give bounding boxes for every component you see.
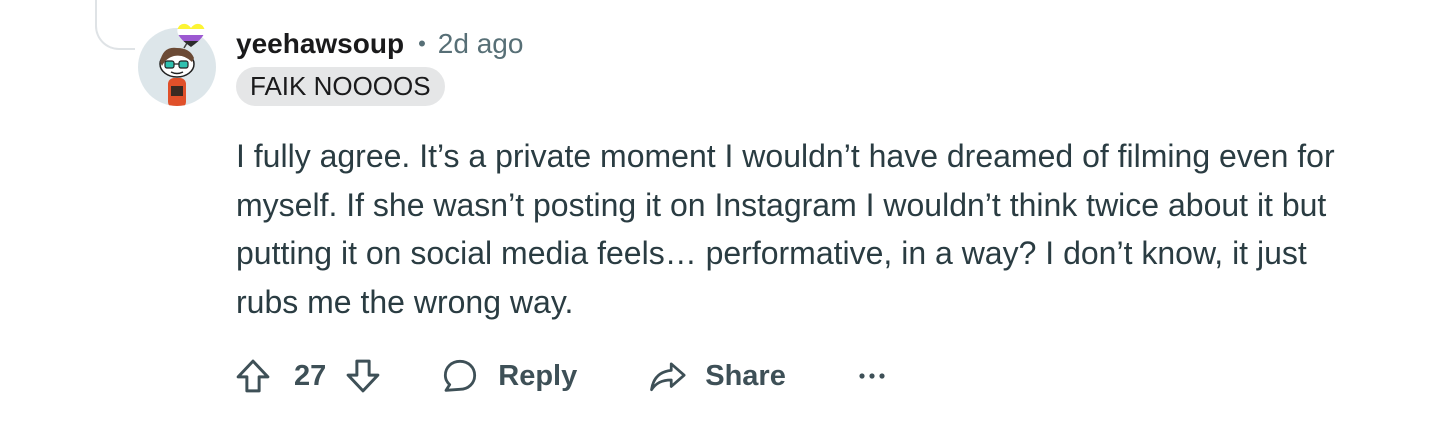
avatar-badge-heart-icon <box>176 22 206 48</box>
thread-connector-line <box>95 0 135 50</box>
comment-action-bar: 27 Reply Share <box>232 352 886 400</box>
comment-timestamp[interactable]: 2d ago <box>438 28 524 60</box>
share-label: Share <box>705 359 786 392</box>
speech-bubble-icon <box>440 356 480 396</box>
comment-body: I fully agree. It’s a private moment I w… <box>236 138 1335 320</box>
share-arrow-icon <box>647 356 689 396</box>
downvote-arrow-icon[interactable] <box>342 355 384 397</box>
meta-separator: • <box>418 31 426 56</box>
vote-score: 27 <box>294 359 327 392</box>
comment-header: yeehawsoup • 2d ago <box>236 24 523 64</box>
share-button[interactable]: Share <box>647 356 786 396</box>
reply-button[interactable]: Reply <box>440 356 577 396</box>
upvote-arrow-icon[interactable] <box>232 355 274 397</box>
username-link[interactable]: yeehawsoup <box>236 28 404 60</box>
more-dots-icon <box>858 371 886 381</box>
user-flair-badge: FAIK NOOOOS <box>236 67 445 106</box>
reply-label: Reply <box>498 359 578 392</box>
more-options-button[interactable] <box>858 371 886 381</box>
